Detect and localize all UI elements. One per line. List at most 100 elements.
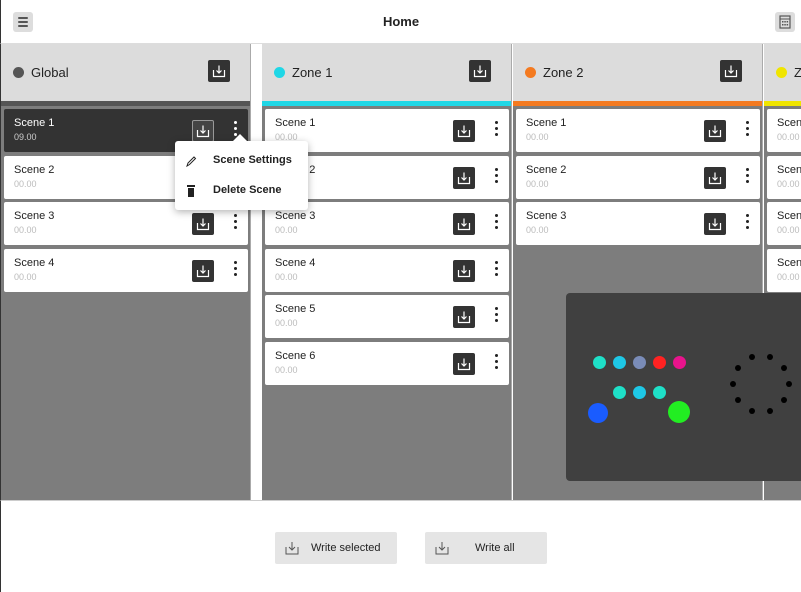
scene-value: 00.00 — [777, 271, 800, 282]
led-indicator — [633, 386, 646, 399]
zone-accent-bar — [262, 101, 511, 106]
zone-accent-bar — [513, 101, 762, 106]
download-icon[interactable] — [453, 213, 475, 235]
scene-value: 00.00 — [275, 364, 298, 375]
delete-scene-menu-item[interactable]: Delete Scene — [175, 176, 308, 206]
scene-value: 00.00 — [777, 178, 800, 189]
led-indicator — [588, 403, 608, 423]
more-options-icon[interactable] — [493, 214, 499, 232]
led-ring-dot — [786, 381, 792, 387]
scene-row[interactable]: Scene 3 00.00 — [767, 202, 801, 245]
more-options-icon[interactable] — [744, 167, 750, 186]
scene-value: 00.00 — [275, 271, 298, 282]
scene-name: Scene 2 — [526, 163, 567, 176]
led-ring-dot — [735, 397, 742, 404]
zone-column: Zone 1Scene 100.00Scene 200.00Scene 300.… — [262, 44, 512, 500]
scene-value: 09.00 — [14, 132, 37, 142]
more-options-icon[interactable] — [493, 353, 499, 372]
led-ring-dot — [749, 354, 756, 361]
scene-settings-menu-item[interactable]: Scene Settings — [175, 146, 308, 176]
zone-color-dot — [13, 67, 24, 78]
more-options-icon[interactable] — [493, 260, 499, 279]
scene-value: 00.00 — [14, 271, 37, 282]
scene-name: Scene 2 — [777, 163, 801, 176]
scene-value: 00.00 — [777, 225, 800, 235]
scene-name: Scene 1 — [777, 117, 801, 129]
more-options-icon[interactable] — [744, 214, 750, 232]
download-icon[interactable] — [704, 120, 726, 142]
scene-value: 00.00 — [777, 132, 800, 142]
download-icon[interactable] — [453, 166, 475, 189]
more-options-icon[interactable] — [232, 214, 238, 232]
scene-name: Scene 3 — [526, 210, 567, 222]
led-indicator — [673, 356, 686, 369]
scene-value: 00.00 — [526, 132, 549, 142]
scene-row[interactable]: Scene 4 00.00 — [4, 248, 248, 292]
download-icon[interactable] — [453, 120, 475, 142]
led-indicator — [613, 386, 626, 399]
scene-name: Scene 1 — [275, 117, 316, 129]
scene-row[interactable]: Scene 5 00.00 — [265, 295, 509, 338]
scene-name: Scene 1 — [526, 117, 567, 129]
write-selected-button[interactable]: Write selected — [275, 532, 397, 564]
download-icon[interactable] — [192, 120, 214, 142]
scene-name: Scene 3 — [275, 210, 316, 222]
scene-value: 00.00 — [14, 225, 37, 235]
calendar-icon[interactable] — [775, 12, 795, 32]
download-icon[interactable] — [192, 259, 214, 282]
download-icon[interactable] — [704, 166, 726, 189]
scene-name: Scene 5 — [275, 303, 316, 315]
scene-row[interactable]: Scene 1 00.00 — [516, 109, 760, 152]
more-options-icon[interactable] — [744, 121, 750, 139]
scene-name: Scene 3 — [14, 210, 55, 222]
delete-scene-label: Delete Scene — [213, 184, 282, 196]
more-options-icon[interactable] — [493, 121, 499, 139]
scene-row[interactable]: Scene 2 00.00 — [767, 155, 801, 199]
led-indicator — [653, 356, 666, 369]
trash-icon — [187, 185, 195, 197]
zone-accent-bar — [1, 101, 250, 106]
download-scene-button[interactable] — [208, 60, 230, 82]
led-indicator — [633, 356, 646, 369]
download-icon[interactable] — [453, 352, 475, 375]
more-options-icon[interactable] — [493, 307, 499, 325]
download-icon — [285, 542, 299, 555]
scene-value: 00.00 — [275, 225, 298, 235]
led-ring-dot — [766, 407, 773, 414]
scene-row[interactable]: Scene 1 00.00 — [767, 109, 801, 152]
scene-row[interactable]: Scene 4 00.00 — [767, 248, 801, 292]
more-options-icon[interactable] — [493, 167, 499, 186]
scene-value: 00.00 — [526, 225, 549, 235]
led-indicator — [668, 401, 690, 423]
column-header: Zone 2 — [513, 44, 762, 101]
zone-name: Zone 2 — [543, 65, 584, 80]
scene-row[interactable]: Scene 4 00.00 — [265, 248, 509, 292]
write-all-button[interactable]: Write all — [425, 532, 547, 564]
led-ring-dot — [780, 397, 787, 404]
scene-row[interactable]: Scene 6 00.00 — [265, 341, 509, 385]
zone-color-dot — [274, 67, 285, 78]
download-icon[interactable] — [704, 213, 726, 235]
led-ring-dot — [735, 364, 742, 371]
scene-name: Scene 4 — [14, 256, 55, 269]
more-options-icon[interactable] — [232, 260, 238, 279]
scene-name: Scene 2 — [14, 163, 55, 176]
scene-value: 00.00 — [14, 178, 37, 189]
download-icon[interactable] — [192, 213, 214, 235]
scene-settings-label: Scene Settings — [213, 154, 292, 166]
scene-value: 00.00 — [526, 178, 549, 189]
download-scene-button[interactable] — [469, 60, 491, 82]
scene-row[interactable]: Scene 3 00.00 — [516, 202, 760, 245]
led-indicator — [593, 356, 606, 369]
zone-color-dot — [525, 67, 536, 78]
page-title: Home — [382, 14, 420, 29]
write-selected-label: Write selected — [311, 542, 381, 554]
top-bar: Home — [0, 0, 801, 44]
scene-context-menu: Scene Settings Delete Scene — [175, 134, 308, 210]
download-icon[interactable] — [453, 306, 475, 328]
scene-name: Scene 6 — [275, 349, 316, 362]
scene-value: 00.00 — [275, 318, 298, 328]
download-scene-button[interactable] — [720, 60, 742, 82]
scene-row[interactable]: Scene 2 00.00 — [516, 155, 760, 199]
download-icon[interactable] — [453, 259, 475, 282]
